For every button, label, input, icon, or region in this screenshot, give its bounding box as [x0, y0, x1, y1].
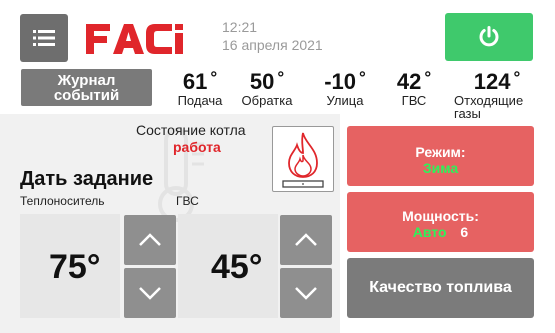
coolant-up-button[interactable] — [124, 215, 176, 265]
boiler-status-label: Состояние котла — [136, 122, 246, 138]
date-text: 16 апреля 2021 — [222, 37, 323, 53]
power-level-label: Мощность: — [402, 208, 479, 224]
mode-label: Режим: — [415, 144, 466, 160]
chevron-up-icon — [295, 233, 317, 246]
reading-supply: 61 ° Подача — [172, 66, 228, 107]
faci-logo — [84, 20, 186, 58]
degree-sign: ° — [210, 68, 218, 87]
event-log-button[interactable]: Журнал событий — [21, 69, 152, 106]
coolant-down-button[interactable] — [124, 268, 176, 318]
power-level-button[interactable]: Мощность: Авто 6 — [347, 192, 534, 252]
time-text: 12:21 — [222, 19, 258, 35]
flame-icon — [282, 132, 324, 188]
event-log-label: Журнал событий — [53, 71, 120, 104]
reading-outdoor: -10 ° Улица — [314, 66, 376, 107]
reading-label: Отходящие газы — [454, 93, 524, 121]
boiler-status-icon-box — [272, 126, 334, 192]
reading-label: ГВС — [401, 93, 427, 108]
degree-sign: ° — [424, 68, 432, 87]
coolant-label: Теплоноситель — [20, 194, 105, 208]
chevron-up-icon — [139, 233, 161, 246]
degree-sign: ° — [513, 68, 521, 87]
reading-label: Улица — [326, 93, 364, 108]
dhw-setpoint-value: 45° — [211, 248, 263, 286]
datetime: 12:21 16 апреля 2021 — [222, 18, 323, 54]
degree-sign: ° — [277, 68, 285, 87]
reading-value: 124 — [473, 69, 511, 94]
degree-sign: ° — [358, 68, 366, 87]
fuel-quality-label: Качество топлива — [369, 279, 512, 296]
coolant-setpoint-value: 75° — [49, 248, 101, 286]
coolant-setpoint-box: 75° — [20, 214, 120, 318]
reading-flue-gas: 124 ° Отходящие газы — [452, 66, 542, 120]
setpoint-title: Дать задание — [20, 168, 154, 190]
fuel-quality-button[interactable]: Качество топлива — [347, 258, 534, 318]
boiler-status-value: работа — [173, 139, 221, 155]
reading-value: 61 — [182, 69, 208, 94]
reading-value: 42 — [396, 69, 422, 94]
dhw-label: ГВС — [176, 194, 199, 208]
dhw-down-button[interactable] — [280, 268, 332, 318]
reading-dhw: 42 ° ГВС — [384, 66, 444, 107]
reading-label: Обратка — [241, 93, 293, 108]
reading-value: -10 — [324, 69, 356, 94]
power-level-value: 6 — [460, 224, 469, 240]
power-icon — [479, 26, 499, 47]
menu-button[interactable] — [20, 14, 68, 62]
menu-icon — [33, 30, 55, 46]
dhw-up-button[interactable] — [280, 215, 332, 265]
chevron-down-icon — [139, 287, 161, 300]
power-button[interactable] — [445, 13, 533, 61]
mode-button[interactable]: Режим: Зима — [347, 126, 534, 186]
power-mode-value: Авто — [412, 224, 447, 240]
reading-value: 50 — [249, 69, 275, 94]
reading-label: Подача — [177, 93, 223, 108]
chevron-down-icon — [295, 287, 317, 300]
reading-return: 50 ° Обратка — [234, 66, 300, 107]
dhw-setpoint-box: 45° — [178, 214, 278, 318]
mode-value: Зима — [422, 160, 459, 176]
